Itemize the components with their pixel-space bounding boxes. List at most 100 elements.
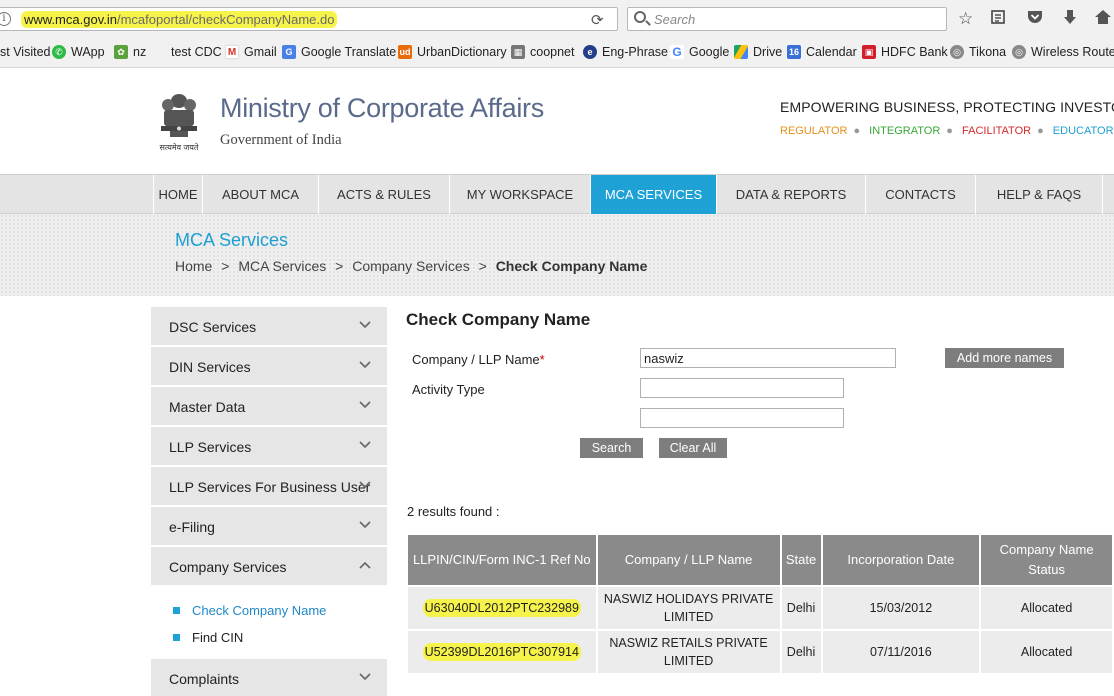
nav-help-faqs[interactable]: HELP & FAQS: [975, 175, 1102, 214]
bookmark-wapp[interactable]: ✆ WApp: [52, 45, 105, 59]
highlighted-cin: U52399DL2016PTC307914: [422, 643, 581, 661]
url-text[interactable]: www.mca.gov.in/mcafoportal/checkCompanyN…: [21, 11, 338, 28]
emblem-caption: सत्यमेव जयते: [159, 143, 199, 152]
nav-contacts[interactable]: CONTACTS: [865, 175, 975, 214]
sidebar: DSC Services DIN Services Master Data LL…: [151, 307, 387, 696]
bookmark-google-translate[interactable]: G Google Translate: [282, 45, 396, 59]
tagline: EMPOWERING BUSINESS, PROTECTING INVESTOR…: [780, 99, 1114, 115]
sidebar-item-dsc-services[interactable]: DSC Services: [151, 307, 387, 345]
breadcrumb-home[interactable]: Home: [175, 258, 212, 274]
sidebar-item-label: DIN Services: [169, 359, 251, 375]
table-row[interactable]: U63040DL2012PTC232989 NASWIZ HOLIDAYS PR…: [408, 587, 1112, 629]
info-icon[interactable]: i: [0, 12, 11, 26]
activity-description-input[interactable]: [640, 408, 844, 428]
bookmark-test-cdc[interactable]: test CDC: [171, 45, 222, 59]
bookmark-label: UrbanDictionary: [417, 45, 507, 59]
bookmark-label: Tikona: [969, 45, 1007, 59]
globe-icon: ◎: [950, 45, 964, 59]
chevron-down-icon: [359, 401, 371, 409]
site-title[interactable]: Ministry of Corporate Affairs: [220, 93, 544, 124]
globe-icon: ◎: [1012, 45, 1026, 59]
pocket-icon[interactable]: [1026, 9, 1044, 30]
bookmark-tikona[interactable]: ◎ Tikona: [950, 45, 1006, 59]
reload-icon[interactable]: ⟳: [591, 11, 604, 29]
nav-mca-services[interactable]: MCA SERVICES: [590, 175, 716, 214]
bookmark-drive[interactable]: Drive: [734, 45, 782, 59]
bookmark-nz[interactable]: ✿ nz: [114, 45, 146, 59]
breadcrumb-separator: >: [221, 258, 230, 274]
company-name-input[interactable]: [640, 348, 896, 368]
bookmark-urbandictionary[interactable]: ud UrbanDictionary: [398, 45, 507, 59]
section-title: MCA Services: [175, 230, 289, 250]
chevron-down-icon: [359, 321, 371, 329]
browser-toolbar: i www.mca.gov.in/mcafoportal/checkCompan…: [0, 0, 1114, 38]
bookmark-hdfc-bank[interactable]: ▣ HDFC Bank: [862, 45, 948, 59]
column-header-company-name: Company / LLP Name: [597, 535, 780, 585]
sidebar-item-e-filing[interactable]: e-Filing: [151, 507, 387, 545]
breadcrumb-band: [0, 214, 1114, 296]
nav-overflow: [1102, 175, 1114, 214]
submenu-label: Check Company Name: [192, 603, 327, 618]
bookmark-label: HDFC Bank: [881, 45, 948, 59]
submenu-find-cin[interactable]: Find CIN: [173, 624, 387, 651]
search-button[interactable]: Search: [580, 438, 643, 458]
translate-icon: G: [282, 45, 296, 59]
sidebar-item-din-services[interactable]: DIN Services: [151, 347, 387, 385]
chevron-down-icon: [359, 673, 371, 681]
reading-list-icon[interactable]: [990, 9, 1006, 30]
role-educator: EDUCATOR: [1052, 125, 1114, 137]
bookmark-most-visited[interactable]: st Visited: [0, 45, 51, 59]
sidebar-item-label: Complaints: [169, 671, 240, 687]
nav-data-reports[interactable]: DATA & REPORTS: [716, 175, 865, 214]
results-summary: 2 results found :: [407, 504, 500, 519]
add-more-names-button[interactable]: Add more names: [945, 348, 1064, 368]
sidebar-item-label: DSC Services: [169, 319, 257, 335]
cell-date: 07/11/2016: [822, 631, 980, 673]
sidebar-item-llp-services[interactable]: LLP Services: [151, 427, 387, 465]
national-emblem-logo[interactable]: सत्यमेव जयते: [156, 92, 202, 154]
submenu-check-company-name[interactable]: Check Company Name: [173, 597, 387, 624]
star-icon[interactable]: ☆: [958, 9, 973, 29]
breadcrumb-company-services[interactable]: Company Services: [352, 258, 470, 274]
breadcrumb-current: Check Company Name: [495, 258, 648, 274]
bookmark-gmail[interactable]: M Gmail: [225, 45, 277, 59]
urbandictionary-icon: ud: [398, 45, 412, 59]
bookmark-coopnet[interactable]: ▦ coopnet: [511, 45, 574, 59]
activity-type-input[interactable]: [640, 378, 844, 398]
label-text: Company / LLP Name: [412, 352, 540, 367]
required-marker: *: [539, 352, 545, 367]
table-row[interactable]: U52399DL2016PTC307914 NASWIZ RETAILS PRI…: [408, 631, 1112, 673]
download-icon[interactable]: [1062, 9, 1078, 30]
company-services-submenu: Check Company Name Find CIN: [151, 587, 387, 659]
nav-about-mca[interactable]: ABOUT MCA: [202, 175, 318, 214]
sidebar-item-master-data[interactable]: Master Data: [151, 387, 387, 425]
bookmark-eng-phrase[interactable]: e Eng-Phrase: [583, 45, 668, 59]
nav-home[interactable]: HOME: [153, 175, 202, 214]
bookmark-google[interactable]: G Google: [670, 45, 729, 59]
home-icon[interactable]: [1094, 9, 1112, 30]
nav-my-workspace[interactable]: MY WORKSPACE: [449, 175, 590, 214]
sidebar-item-company-services[interactable]: Company Services: [151, 547, 387, 585]
address-bar[interactable]: i www.mca.gov.in/mcafoportal/checkCompan…: [0, 7, 618, 31]
activity-type-label: Activity Type: [412, 382, 485, 397]
clear-all-button[interactable]: Clear All: [659, 438, 727, 458]
chevron-up-icon: [359, 561, 371, 569]
column-header-incorporation-date: Incorporation Date: [822, 535, 980, 585]
bookmark-calendar[interactable]: 16 Calendar: [787, 45, 857, 59]
bullet-square-icon: [173, 634, 180, 641]
cell-cin[interactable]: U63040DL2012PTC232989: [408, 587, 596, 629]
bookmark-label: Google Translate: [301, 45, 397, 59]
sidebar-item-llp-business-user[interactable]: LLP Services For Business User: [151, 467, 387, 505]
role-integrator: INTEGRATOR: [869, 125, 941, 137]
bookmark-wireless-router[interactable]: ◎ Wireless Router: [1012, 45, 1114, 59]
bookmark-label: Wireless Router: [1031, 45, 1114, 59]
cell-cin[interactable]: U52399DL2016PTC307914: [408, 631, 596, 673]
sidebar-item-complaints[interactable]: Complaints: [151, 659, 387, 696]
browser-search-box[interactable]: Search: [627, 7, 947, 31]
sidebar-item-label: Company Services: [169, 559, 287, 575]
nav-acts-rules[interactable]: ACTS & RULES: [318, 175, 449, 214]
breadcrumb-mca-services[interactable]: MCA Services: [238, 258, 326, 274]
google-icon: G: [670, 45, 684, 59]
column-header-state: State: [781, 535, 821, 585]
cell-status: Allocated: [981, 631, 1112, 673]
